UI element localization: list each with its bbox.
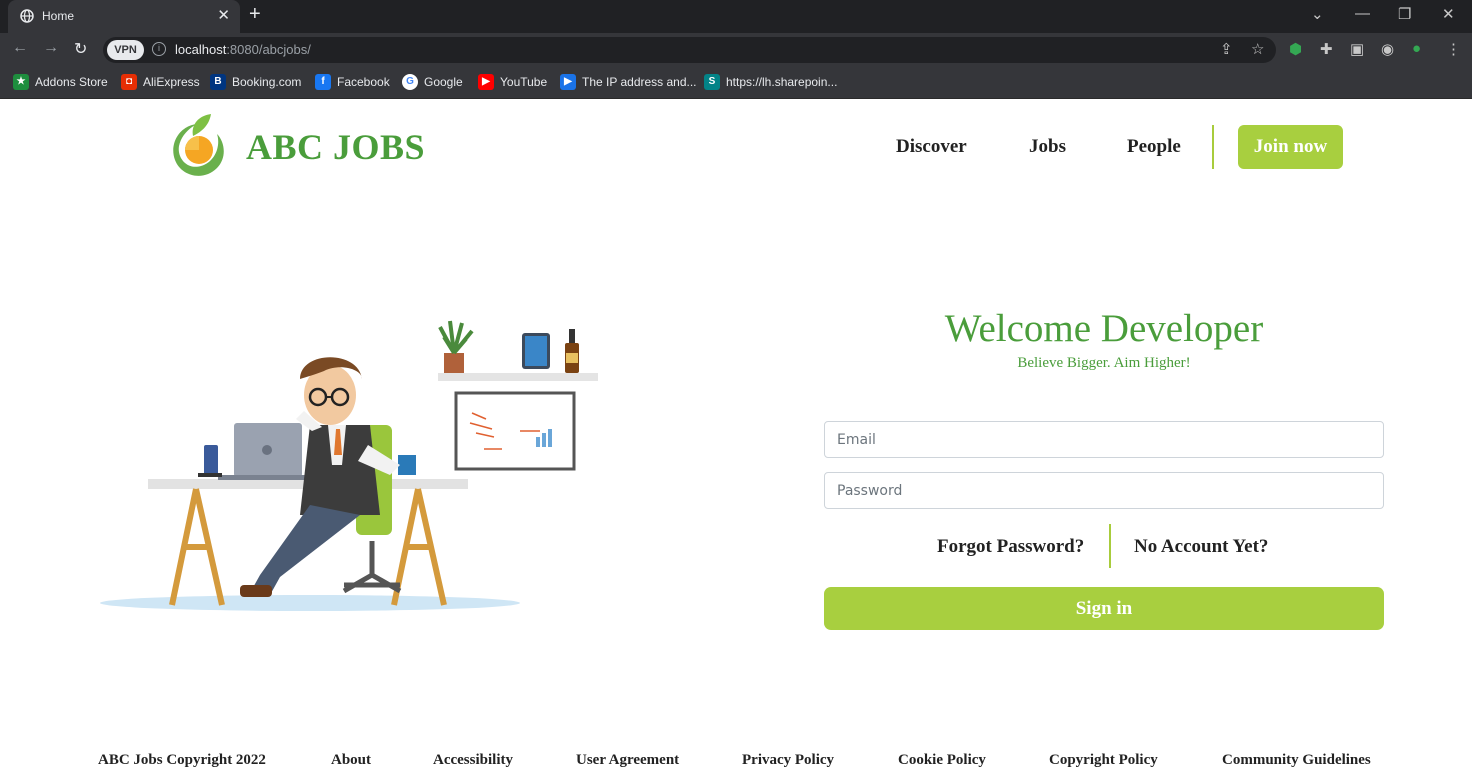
youtube-icon: ▶: [478, 74, 494, 90]
minimize-icon[interactable]: —: [1355, 5, 1370, 22]
no-account-link[interactable]: No Account Yet?: [1134, 536, 1268, 558]
nav-discover[interactable]: Discover: [896, 136, 967, 158]
footer-link-community-guidelines[interactable]: Community Guidelines: [1222, 752, 1371, 769]
bookmark-label: The IP address and...: [582, 75, 697, 89]
bookmark-label: Addons Store: [35, 75, 108, 89]
window-close-icon[interactable]: ✕: [1442, 5, 1455, 23]
forgot-password-link[interactable]: Forgot Password?: [937, 536, 1084, 558]
forward-icon[interactable]: →: [43, 39, 59, 57]
extensions-icon[interactable]: ✚: [1320, 40, 1333, 58]
sharepoint-icon: S: [704, 74, 720, 90]
footer-link-privacy-policy[interactable]: Privacy Policy: [742, 752, 834, 769]
bookmark-label: Google: [424, 75, 463, 89]
menu-kebab-icon[interactable]: ⋮: [1446, 40, 1461, 58]
bookmark-label: Booking.com: [232, 75, 302, 89]
footer-link-user-agreement[interactable]: User Agreement: [576, 752, 679, 769]
vpn-badge[interactable]: VPN: [107, 40, 144, 60]
bookmark-youtube[interactable]: ▶ YouTube: [478, 74, 547, 90]
site-info-icon[interactable]: i: [152, 42, 166, 56]
footer-link-copyright-policy[interactable]: Copyright Policy: [1049, 752, 1158, 769]
shield-check-icon[interactable]: ●: [1412, 40, 1421, 57]
join-now-button[interactable]: Join now: [1238, 125, 1343, 169]
bookmark-google[interactable]: G Google: [402, 74, 463, 90]
browser-tab-bar: Home ✕ + ⌄ — ❐ ✕: [0, 0, 1472, 33]
google-icon: G: [402, 74, 418, 90]
url-text[interactable]: localhost:8080/abcjobs/: [175, 42, 311, 57]
bookmark-label: Facebook: [337, 75, 390, 89]
tab-title: Home: [42, 9, 75, 23]
tagline: Believe Bigger. Aim Higher!: [1017, 355, 1191, 371]
email-field[interactable]: [824, 421, 1384, 458]
abc-jobs-logo: [173, 114, 224, 176]
password-field[interactable]: [824, 472, 1384, 509]
bookmark-star-icon[interactable]: ☆: [1251, 40, 1264, 58]
restore-icon[interactable]: ❐: [1398, 5, 1411, 23]
welcome-title: Welcome Developer: [944, 307, 1264, 350]
nav-jobs[interactable]: Jobs: [1029, 136, 1066, 158]
bookmark-facebook[interactable]: f Facebook: [315, 74, 390, 90]
bookmark-label: AliExpress: [143, 75, 200, 89]
addons-store-icon: ★: [13, 74, 29, 90]
globe-icon: [20, 9, 34, 23]
bookmark-booking-com[interactable]: B Booking.com: [210, 74, 301, 90]
booking-com-icon: B: [210, 74, 226, 90]
sign-in-button[interactable]: Sign in: [824, 587, 1384, 630]
footer-link-cookie-policy[interactable]: Cookie Policy: [898, 752, 986, 769]
new-tab-icon[interactable]: +: [249, 3, 261, 26]
links-divider: [1109, 524, 1111, 568]
bookmark-ip-address[interactable]: ▶ The IP address and...: [560, 74, 697, 90]
bookmark-aliexpress[interactable]: ◘ AliExpress: [121, 74, 200, 90]
bookmark-sharepoint[interactable]: Shttps://lh.sharepoin...: [704, 74, 837, 90]
aliexpress-icon: ◘: [121, 74, 137, 90]
browser-tab[interactable]: Home ✕: [8, 0, 240, 33]
bookmark-label: YouTube: [500, 75, 548, 89]
vpn-extension-icon[interactable]: ⬢: [1289, 40, 1302, 58]
nav-divider: [1212, 125, 1214, 169]
facebook-icon: f: [315, 74, 331, 90]
developer-desk-illustration: [100, 320, 598, 611]
side-panel-icon[interactable]: ▣: [1350, 40, 1364, 58]
footer-copyright: ABC Jobs Copyright 2022: [98, 752, 266, 768]
nav-people[interactable]: People: [1127, 136, 1181, 158]
bookmark-addons-store[interactable]: ★ Addons Store: [13, 74, 108, 90]
footer-link-accessibility[interactable]: Accessibility: [433, 752, 513, 769]
close-tab-icon[interactable]: ✕: [217, 6, 230, 24]
profile-icon[interactable]: ◉: [1381, 40, 1394, 58]
bookmark-label: https://lh.sharepoin...: [726, 75, 838, 89]
share-icon[interactable]: ⇪: [1220, 40, 1233, 58]
footer-link-about[interactable]: About: [331, 752, 371, 769]
tab-search-icon[interactable]: ⌄: [1311, 5, 1324, 23]
brand-name[interactable]: ABC JOBS: [246, 126, 425, 168]
ip-address-icon: ▶: [560, 74, 576, 90]
back-icon[interactable]: ←: [12, 39, 28, 57]
reload-icon[interactable]: ↻: [74, 39, 87, 59]
